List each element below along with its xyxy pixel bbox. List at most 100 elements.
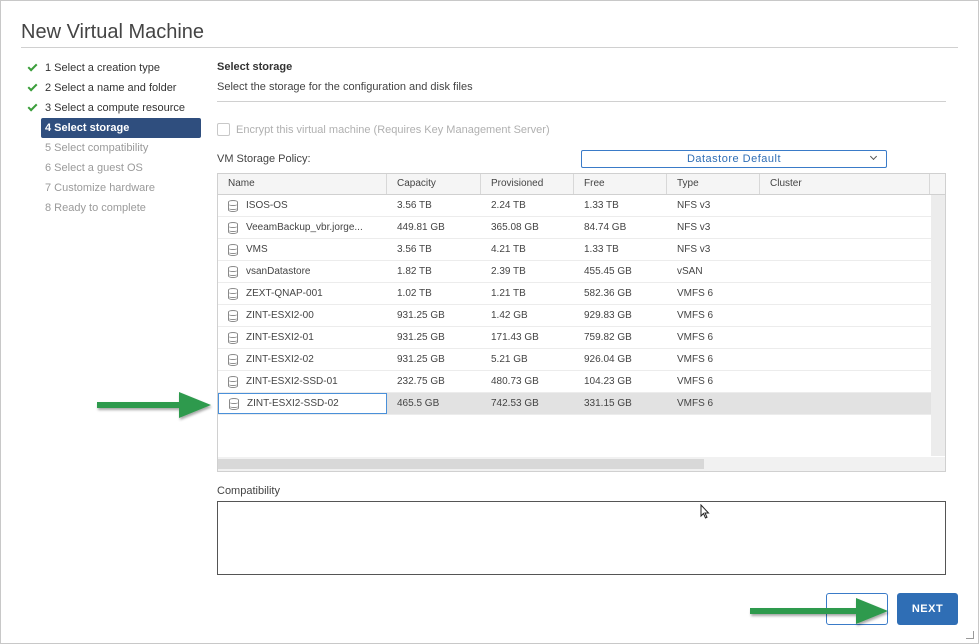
datastore-icon (228, 353, 238, 366)
cell-name-text: VMS (246, 244, 268, 255)
cell-type: NFS v3 (667, 239, 760, 260)
column-header-type[interactable]: Type (667, 174, 760, 194)
cell-type-text: vSAN (677, 266, 703, 277)
cell-free-text: 929.83 GB (584, 310, 632, 321)
vertical-scrollbar[interactable] (931, 195, 945, 456)
arrow-icon (97, 392, 211, 418)
wizard-steps: 1 Select a creation type 2 Select a name… (25, 58, 205, 218)
cell-free: 759.82 GB (574, 327, 667, 348)
cell-cluster (760, 217, 930, 238)
cell-provisioned: 4.21 TB (481, 239, 574, 260)
cell-name-text: ZINT-ESXI2-02 (246, 354, 314, 365)
table-row[interactable]: ZINT-ESXI2-SSD-02 465.5 GB 742.53 GB 331.15… (218, 393, 945, 415)
cell-type: NFS v3 (667, 195, 760, 216)
step-label: 1 Select a creation type (45, 62, 160, 74)
cell-name-text: ZINT-ESXI2-SSD-01 (246, 376, 338, 387)
cell-provisioned-text: 5.21 GB (491, 354, 528, 365)
cell-cluster (760, 283, 930, 304)
table-row[interactable]: ZINT-ESXI2-02 931.25 GB 5.21 GB 926.04 GB VM… (218, 349, 945, 371)
cell-capacity: 449.81 GB (387, 217, 481, 238)
cell-type: VMFS 6 (667, 371, 760, 392)
cell-provisioned-text: 1.21 TB (491, 288, 526, 299)
encrypt-checkbox[interactable] (217, 123, 230, 136)
datastore-icon (229, 397, 239, 410)
cell-provisioned: 365.08 GB (481, 217, 574, 238)
storage-policy-select[interactable]: Datastore Default (581, 150, 887, 168)
step-8: 8 Ready to complete (25, 198, 205, 218)
new-vm-dialog: New Virtual Machine 1 Select a creation … (0, 0, 979, 644)
compatibility-label: Compatibility (217, 485, 280, 497)
table-row[interactable]: ISOS-OS 3.56 TB 2.24 TB 1.33 TB NFS v3 (218, 195, 945, 217)
horizontal-scrollbar[interactable] (218, 457, 945, 471)
cell-capacity: 465.5 GB (387, 393, 481, 414)
cell-capacity: 3.56 TB (387, 239, 481, 260)
cell-type: vSAN (667, 261, 760, 282)
column-header-provisioned[interactable]: Provisioned (481, 174, 574, 194)
step-1[interactable]: 1 Select a creation type (25, 58, 205, 78)
cell-type: VMFS 6 (667, 283, 760, 304)
column-header-name[interactable]: Name (218, 174, 387, 194)
table-row[interactable]: VeeamBackup_vbr.jorge... 449.81 GB 365.08 … (218, 217, 945, 239)
cell-provisioned: 742.53 GB (481, 393, 574, 414)
cell-capacity-text: 3.56 TB (397, 244, 432, 255)
datastore-icon (228, 287, 238, 300)
cell-free-text: 455.45 GB (584, 266, 632, 277)
check-icon (27, 61, 38, 72)
cell-capacity: 3.56 TB (387, 195, 481, 216)
column-header-free[interactable]: Free (574, 174, 667, 194)
step-5: 5 Select compatibility (25, 138, 205, 158)
step-label: 8 Ready to complete (45, 202, 146, 214)
datastore-grid: Name Capacity Provisioned Free Type Clus… (217, 173, 946, 472)
storage-policy-label: VM Storage Policy: (217, 153, 311, 165)
cell-free-text: 1.33 TB (584, 244, 619, 255)
cell-name: ZINT-ESXI2-SSD-01 (218, 371, 387, 392)
scrollbar-thumb[interactable] (218, 459, 704, 469)
table-row[interactable]: ZEXT-QNAP-001 1.02 TB 1.21 TB 582.36 GB VMFS… (218, 283, 945, 305)
cell-capacity: 1.82 TB (387, 261, 481, 282)
datastore-icon (228, 331, 238, 344)
cell-provisioned: 1.42 GB (481, 305, 574, 326)
cell-free: 84.74 GB (574, 217, 667, 238)
table-row[interactable]: vsanDatastore 1.82 TB 2.39 TB 455.45 GB vSAN (218, 261, 945, 283)
encrypt-option: Encrypt this virtual machine (Requires K… (217, 123, 550, 136)
check-icon (27, 81, 38, 92)
column-header-capacity[interactable]: Capacity (387, 174, 481, 194)
check-icon (27, 101, 38, 112)
cell-free-text: 84.74 GB (584, 222, 627, 233)
step-3[interactable]: 3 Select a compute resource (25, 98, 205, 118)
cell-name: VMS (218, 239, 387, 260)
cell-capacity-text: 232.75 GB (397, 376, 445, 387)
step-4-current[interactable]: 4 Select storage (41, 118, 201, 138)
cell-capacity-text: 465.5 GB (397, 398, 440, 409)
cell-free: 926.04 GB (574, 349, 667, 370)
next-button[interactable]: NEXT (897, 593, 958, 625)
section-divider (217, 101, 946, 102)
cell-cluster (760, 195, 930, 216)
resize-grip-icon[interactable] (966, 631, 974, 639)
cell-type: NFS v3 (667, 217, 760, 238)
cell-free-text: 104.23 GB (584, 376, 632, 387)
section-title: Select storage (217, 61, 293, 73)
cell-type-text: VMFS 6 (677, 332, 714, 343)
step-6: 6 Select a guest OS (25, 158, 205, 178)
table-row[interactable]: ZINT-ESXI2-SSD-01 232.75 GB 480.73 GB 104.2… (218, 371, 945, 393)
cell-type-text: VMFS 6 (677, 288, 714, 299)
table-row[interactable]: ZINT-ESXI2-00 931.25 GB 1.42 GB 929.83 GB VM… (218, 305, 945, 327)
cell-provisioned: 480.73 GB (481, 371, 574, 392)
column-header-cluster[interactable]: Cluster (760, 174, 930, 194)
step-2[interactable]: 2 Select a name and folder (25, 78, 205, 98)
cell-free: 929.83 GB (574, 305, 667, 326)
arrow-icon (750, 598, 888, 624)
cell-provisioned: 2.24 TB (481, 195, 574, 216)
datastore-icon (228, 265, 238, 278)
cell-type-text: NFS v3 (677, 244, 711, 255)
cell-capacity: 1.02 TB (387, 283, 481, 304)
table-row[interactable]: ZINT-ESXI2-01 931.25 GB 171.43 GB 759.82 GB… (218, 327, 945, 349)
cell-type-text: NFS v3 (677, 222, 711, 233)
cell-provisioned-text: 1.42 GB (491, 310, 528, 321)
cell-name: ZEXT-QNAP-001 (218, 283, 387, 304)
cell-free: 455.45 GB (574, 261, 667, 282)
cell-capacity-text: 1.82 TB (397, 266, 432, 277)
table-row[interactable]: VMS 3.56 TB 4.21 TB 1.33 TB NFS v3 (218, 239, 945, 261)
cell-capacity-text: 931.25 GB (397, 354, 445, 365)
